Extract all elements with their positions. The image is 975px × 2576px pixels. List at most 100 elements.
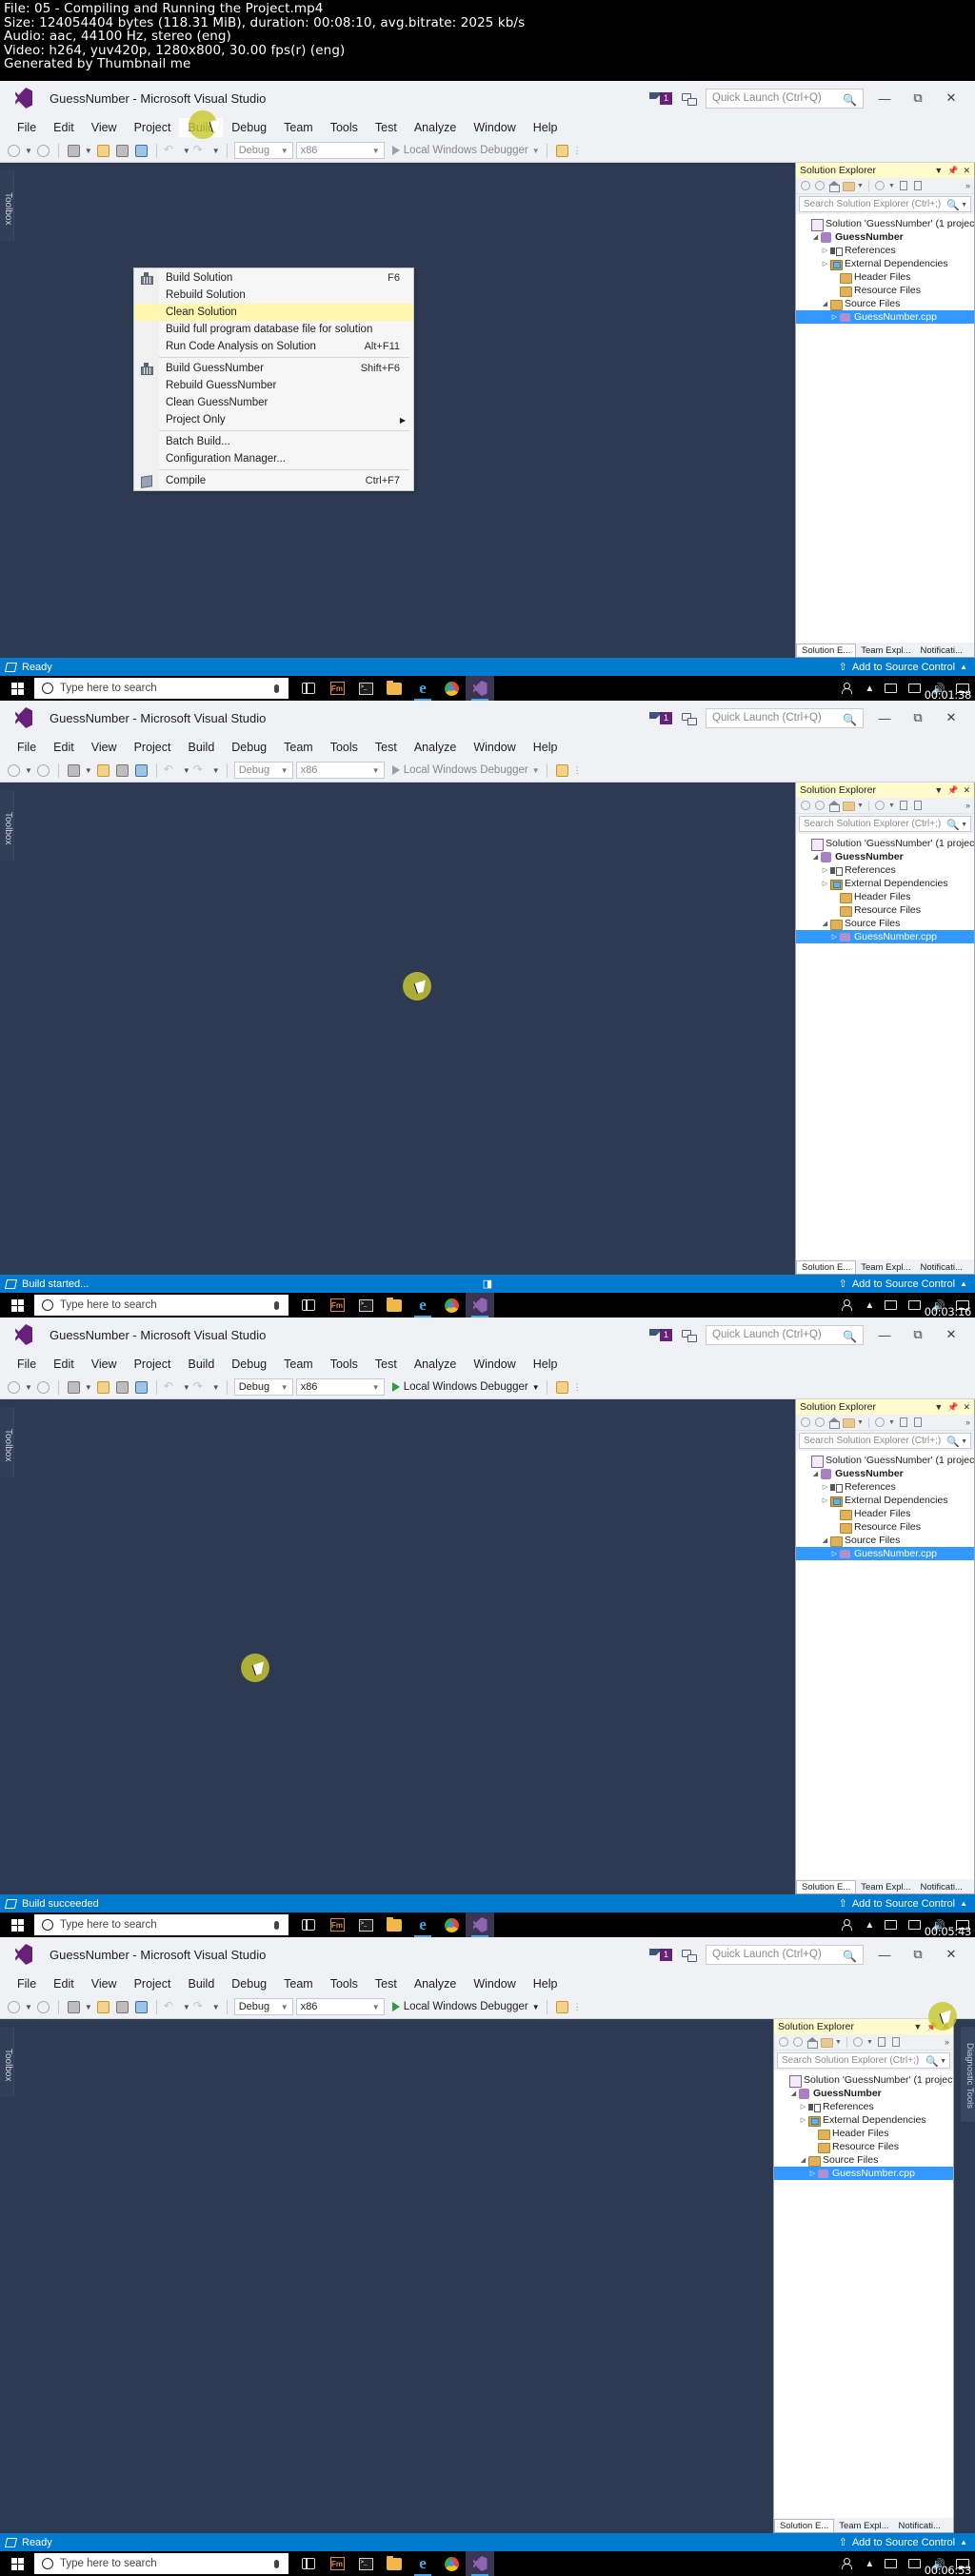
taskbar-task-view-icon[interactable] — [294, 2551, 323, 2576]
toolbox-tab[interactable]: Toolbox — [0, 2027, 14, 2097]
redo-button[interactable]: ↷ — [193, 1999, 209, 2015]
start-debugging-button[interactable]: Local Windows Debugger ▼ — [391, 764, 540, 776]
send-feedback-icon[interactable] — [649, 710, 666, 726]
build-dropdown-menu[interactable]: Build Solution F6 Rebuild Solution Clean… — [133, 268, 414, 491]
properties-icon[interactable] — [890, 2036, 902, 2048]
menu-item-analyze[interactable]: Analyze — [406, 1974, 465, 1993]
solution-explorer-tab[interactable]: Notificati... — [916, 1261, 967, 1274]
menu-item-analyze[interactable]: Analyze — [406, 118, 465, 137]
undo-button[interactable]: ↶ — [164, 1999, 180, 2015]
home-icon[interactable] — [828, 180, 840, 192]
save-button[interactable] — [114, 1999, 130, 2015]
taskbar-command-prompt-icon[interactable]: >_ — [351, 2551, 380, 2576]
open-file-button[interactable] — [95, 1999, 111, 2015]
solution-platform-combo[interactable]: x86 ▼ — [295, 1378, 385, 1396]
menu-item-edit[interactable]: Edit — [45, 118, 83, 137]
close-icon[interactable]: ✕ — [963, 1402, 970, 1413]
solution-explorer-tab[interactable]: Notificati... — [894, 2520, 945, 2532]
solution-explorer-search-input[interactable]: Search Solution Explorer (Ctrl+;) 🔍 ▼ — [799, 196, 971, 212]
menu-item-view[interactable]: View — [83, 1355, 126, 1374]
redo-button[interactable]: ↷ — [193, 1379, 209, 1396]
close-button[interactable]: ✕ — [939, 1327, 964, 1342]
menu-item-window[interactable]: Window — [465, 118, 524, 137]
start-debugging-button[interactable]: Local Windows Debugger ▼ — [391, 1381, 540, 1393]
menu-item-view[interactable]: View — [83, 1974, 126, 1993]
navigate-forward-button[interactable] — [35, 143, 51, 159]
minimize-button[interactable]: — — [872, 1948, 897, 1962]
new-project-button[interactable] — [66, 763, 82, 779]
twisty-icon[interactable]: ▷ — [799, 2116, 807, 2124]
start-button[interactable] — [0, 1298, 34, 1312]
redo-button[interactable]: ↷ — [193, 143, 209, 159]
refresh-icon[interactable] — [874, 1417, 885, 1428]
twisty-icon[interactable]: ▷ — [799, 2103, 807, 2110]
tree-item[interactable]: Header Files — [796, 270, 974, 284]
menu-item-edit[interactable]: Edit — [45, 1974, 83, 1993]
menu-item-team[interactable]: Team — [275, 118, 322, 137]
open-file-button[interactable] — [95, 143, 111, 159]
menu-item-edit[interactable]: Edit — [45, 1355, 83, 1374]
home-icon[interactable] — [828, 800, 840, 812]
solution-explorer-search-input[interactable]: Search Solution Explorer (Ctrl+;) 🔍 ▼ — [799, 816, 971, 832]
menu-item-build[interactable]: Build — [179, 738, 223, 757]
search-input[interactable]: Type here to search — [34, 1295, 289, 1316]
solution-explorer-tab[interactable]: Solution E... — [796, 644, 857, 657]
attach-to-process-button[interactable] — [554, 1999, 570, 2015]
tree-item[interactable]: Solution 'GuessNumber' (1 project) — [796, 217, 974, 231]
build-menu-item[interactable]: Batch Build... — [134, 433, 413, 450]
forward-icon[interactable] — [792, 2036, 804, 2048]
forward-icon[interactable] — [814, 180, 826, 191]
collapse-all-icon[interactable] — [876, 2036, 887, 2048]
quick-launch-input[interactable]: Quick Launch (Ctrl+Q) 🔍 — [706, 88, 864, 109]
build-menu-item[interactable]: Run Code Analysis on Solution Alt+F11 — [134, 338, 413, 355]
taskbar-file-explorer-icon[interactable] — [380, 2551, 408, 2576]
tree-item[interactable]: ◢ Source Files — [796, 1534, 974, 1547]
minimize-button[interactable]: — — [872, 91, 897, 106]
new-project-button[interactable] — [66, 1379, 82, 1396]
menu-item-view[interactable]: View — [83, 118, 126, 137]
twisty-icon[interactable]: ▷ — [830, 1550, 839, 1557]
search-input[interactable]: Type here to search — [34, 2553, 289, 2574]
chevron-down-icon[interactable]: ▼ — [934, 785, 943, 795]
tree-item[interactable]: ▷ References — [796, 244, 974, 257]
microphone-icon[interactable] — [274, 2559, 279, 2568]
build-menu-item[interactable]: Project Only ▶ — [134, 411, 413, 428]
close-icon[interactable]: ✕ — [942, 2022, 949, 2032]
start-debugging-button[interactable]: Local Windows Debugger ▼ — [391, 145, 540, 156]
back-icon[interactable] — [800, 180, 811, 191]
chevron-down-icon[interactable]: ▼ — [934, 1402, 943, 1412]
tree-item[interactable]: Solution 'GuessNumber' (1 project) — [796, 1454, 974, 1468]
tree-item[interactable]: ◢ Source Files — [774, 2153, 953, 2167]
tree-item[interactable]: ▷ External Dependencies — [774, 2113, 953, 2127]
twisty-icon[interactable]: ◢ — [811, 853, 820, 861]
start-button[interactable] — [0, 682, 34, 695]
navigate-back-button[interactable] — [6, 1379, 22, 1396]
menu-item-test[interactable]: Test — [367, 118, 406, 137]
restore-button[interactable]: ⧉ — [905, 90, 930, 106]
ethernet-icon[interactable] — [908, 683, 922, 694]
solution-configuration-combo[interactable]: Debug ▼ — [233, 142, 293, 159]
close-button[interactable]: ✕ — [939, 90, 964, 106]
close-button[interactable]: ✕ — [939, 1947, 964, 1962]
microphone-icon[interactable] — [274, 684, 279, 693]
new-project-button[interactable] — [66, 1999, 82, 2015]
add-to-source-control[interactable]: ⇧ Add to Source Control ▲ — [839, 1897, 967, 1911]
menu-item-team[interactable]: Team — [275, 1974, 322, 1993]
twisty-icon[interactable]: ▷ — [821, 1496, 829, 1504]
navigate-back-button[interactable] — [6, 763, 22, 779]
solution-configuration-combo[interactable]: Debug ▼ — [233, 1998, 293, 2015]
solution-platform-combo[interactable]: x86 ▼ — [295, 762, 385, 779]
taskbar-visual-studio-icon[interactable] — [466, 676, 494, 701]
save-button[interactable] — [114, 763, 130, 779]
menu-item-file[interactable]: File — [9, 738, 45, 757]
network-icon[interactable] — [885, 1919, 898, 1931]
network-icon[interactable] — [885, 2558, 898, 2569]
twisty-icon[interactable]: ◢ — [821, 920, 829, 927]
tree-item[interactable]: ◢ GuessNumber — [796, 1467, 974, 1480]
tree-item[interactable]: ▷ External Dependencies — [796, 1494, 974, 1507]
people-icon[interactable] — [841, 1919, 854, 1931]
back-icon[interactable] — [778, 2036, 789, 2048]
menu-item-project[interactable]: Project — [126, 738, 180, 757]
twisty-icon[interactable]: ▷ — [821, 866, 829, 874]
menu-item-file[interactable]: File — [9, 1974, 45, 1993]
